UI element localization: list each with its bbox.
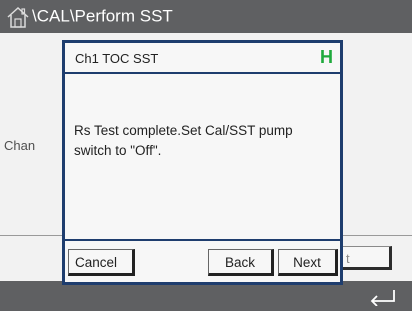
cancel-button[interactable]: Cancel [68, 249, 135, 276]
background-start-button[interactable]: t [335, 246, 392, 270]
header-bar: \CAL\Perform SST [0, 0, 412, 33]
dialog-body: Ch1 TOC SST H Rs Test complete.Set Cal/S… [65, 43, 340, 282]
dialog-title: Ch1 TOC SST [75, 51, 159, 66]
dialog-title-bar: Ch1 TOC SST H [65, 43, 340, 74]
status-indicator: H [320, 47, 333, 67]
dialog-divider [65, 239, 340, 241]
breadcrumb-item-perform-sst: Perform SST [74, 6, 173, 26]
breadcrumb: \CAL\Perform SST [32, 6, 173, 27]
back-arrow-icon[interactable] [367, 286, 397, 306]
dialog-message: Rs Test complete.Set Cal/SST pump switch… [74, 123, 293, 158]
breadcrumb-item-cal[interactable]: CAL [37, 7, 70, 26]
back-button[interactable]: Back [208, 249, 274, 276]
sst-dialog: Ch1 TOC SST H Rs Test complete.Set Cal/S… [62, 40, 343, 285]
footer-bar [0, 281, 412, 311]
next-button[interactable]: Next [278, 249, 338, 276]
channel-label: Chan [4, 138, 36, 153]
home-icon[interactable] [5, 5, 31, 29]
